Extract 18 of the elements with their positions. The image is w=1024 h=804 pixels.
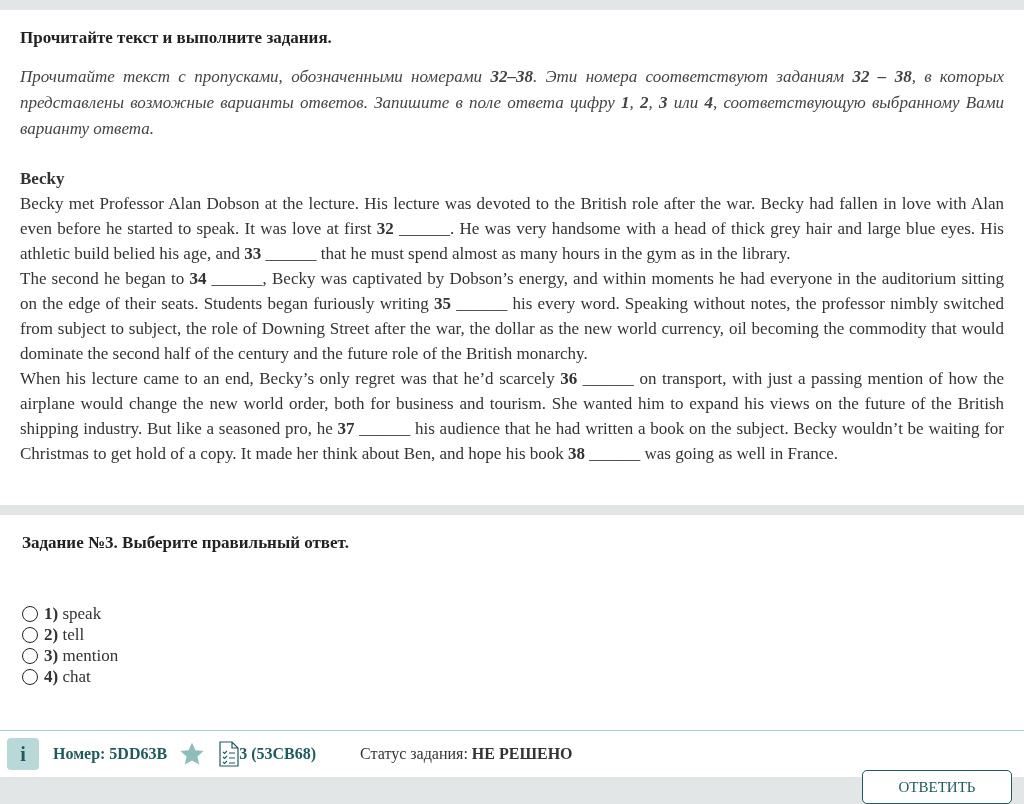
passage-paragraph: Becky met Professor Alan Dobson at the lecture. His lecture was devoted to the British role after the war. Becky had fallen in love with Alan even before he started to speak. It was love at first 32 ______. He was very handsome with a head of thick grey hair and large blue eyes. His athletic build belied his age, and 33 ______ that he must spend almost as many hours in the gym as in the library. (20, 193, 1004, 265)
passage-paragraph: When his lecture came to an end, Becky’s only regret was that he’d scarcely 36 ______ on transport, with just a passing mention of how the airplane would change the new world order, both for business and tourism. She wanted him to expand his views on the future of the British shipping industry. But like a seasoned pro, he 37 ______ his audience that he had written a book on the subject. Becky wouldn’t be waiting for Christmas to get hold of a copy. It made her think about Ben, and hope his book 38 ______ was going as well in France. (20, 368, 1004, 465)
star-icon[interactable] (179, 741, 206, 767)
task-status: Статус задания: НЕ РЕШЕНО (360, 745, 573, 763)
task-header: Прочитайте текст и выполните задания. (20, 28, 333, 48)
answer-option[interactable]: 1) speak (22, 603, 1004, 624)
passage-title: Becky (20, 168, 66, 190)
info-button[interactable]: i (7, 738, 39, 770)
answer-button[interactable]: ОТВЕТИТЬ (862, 770, 1012, 804)
answer-option[interactable]: 3) mention (22, 645, 1004, 666)
variant-link[interactable]: 3 (53CB68) (239, 745, 317, 763)
task-number: Номер: 5DD63B (53, 745, 168, 763)
instruction-text: Прочитайте текст с пропусками, обозначенными номерами 32–38. Эти номера соответствуют заданиям 32 – 38, в которых представлены возможные варианты ответов. Запишите в поле ответа цифру 1, 2, 3 или 4, соответствующую выбранному Вами варианту ответа. (20, 66, 1004, 140)
checklist-icon[interactable] (219, 741, 240, 767)
passage-paragraph: The second he began to 34 ______, Becky was captivated by Dobson’s energy, and within moments he had everyone in the auditorium sitting on the edge of their seats. Students began furiously writing 35 ______ his every word. Speaking without notes, the professor nimbly switched from subject to subject, the role of Downing Street after the war, the dollar as the new world currency, oil becoming the commodity that would dominate the second half of the century and the future role of the British monarchy. (20, 268, 1004, 365)
answer-option[interactable]: 4) chat (22, 666, 1004, 687)
question-title: Задание №3. Выберите правильный ответ. (22, 533, 350, 553)
answer-option[interactable]: 2) tell (22, 624, 1004, 645)
